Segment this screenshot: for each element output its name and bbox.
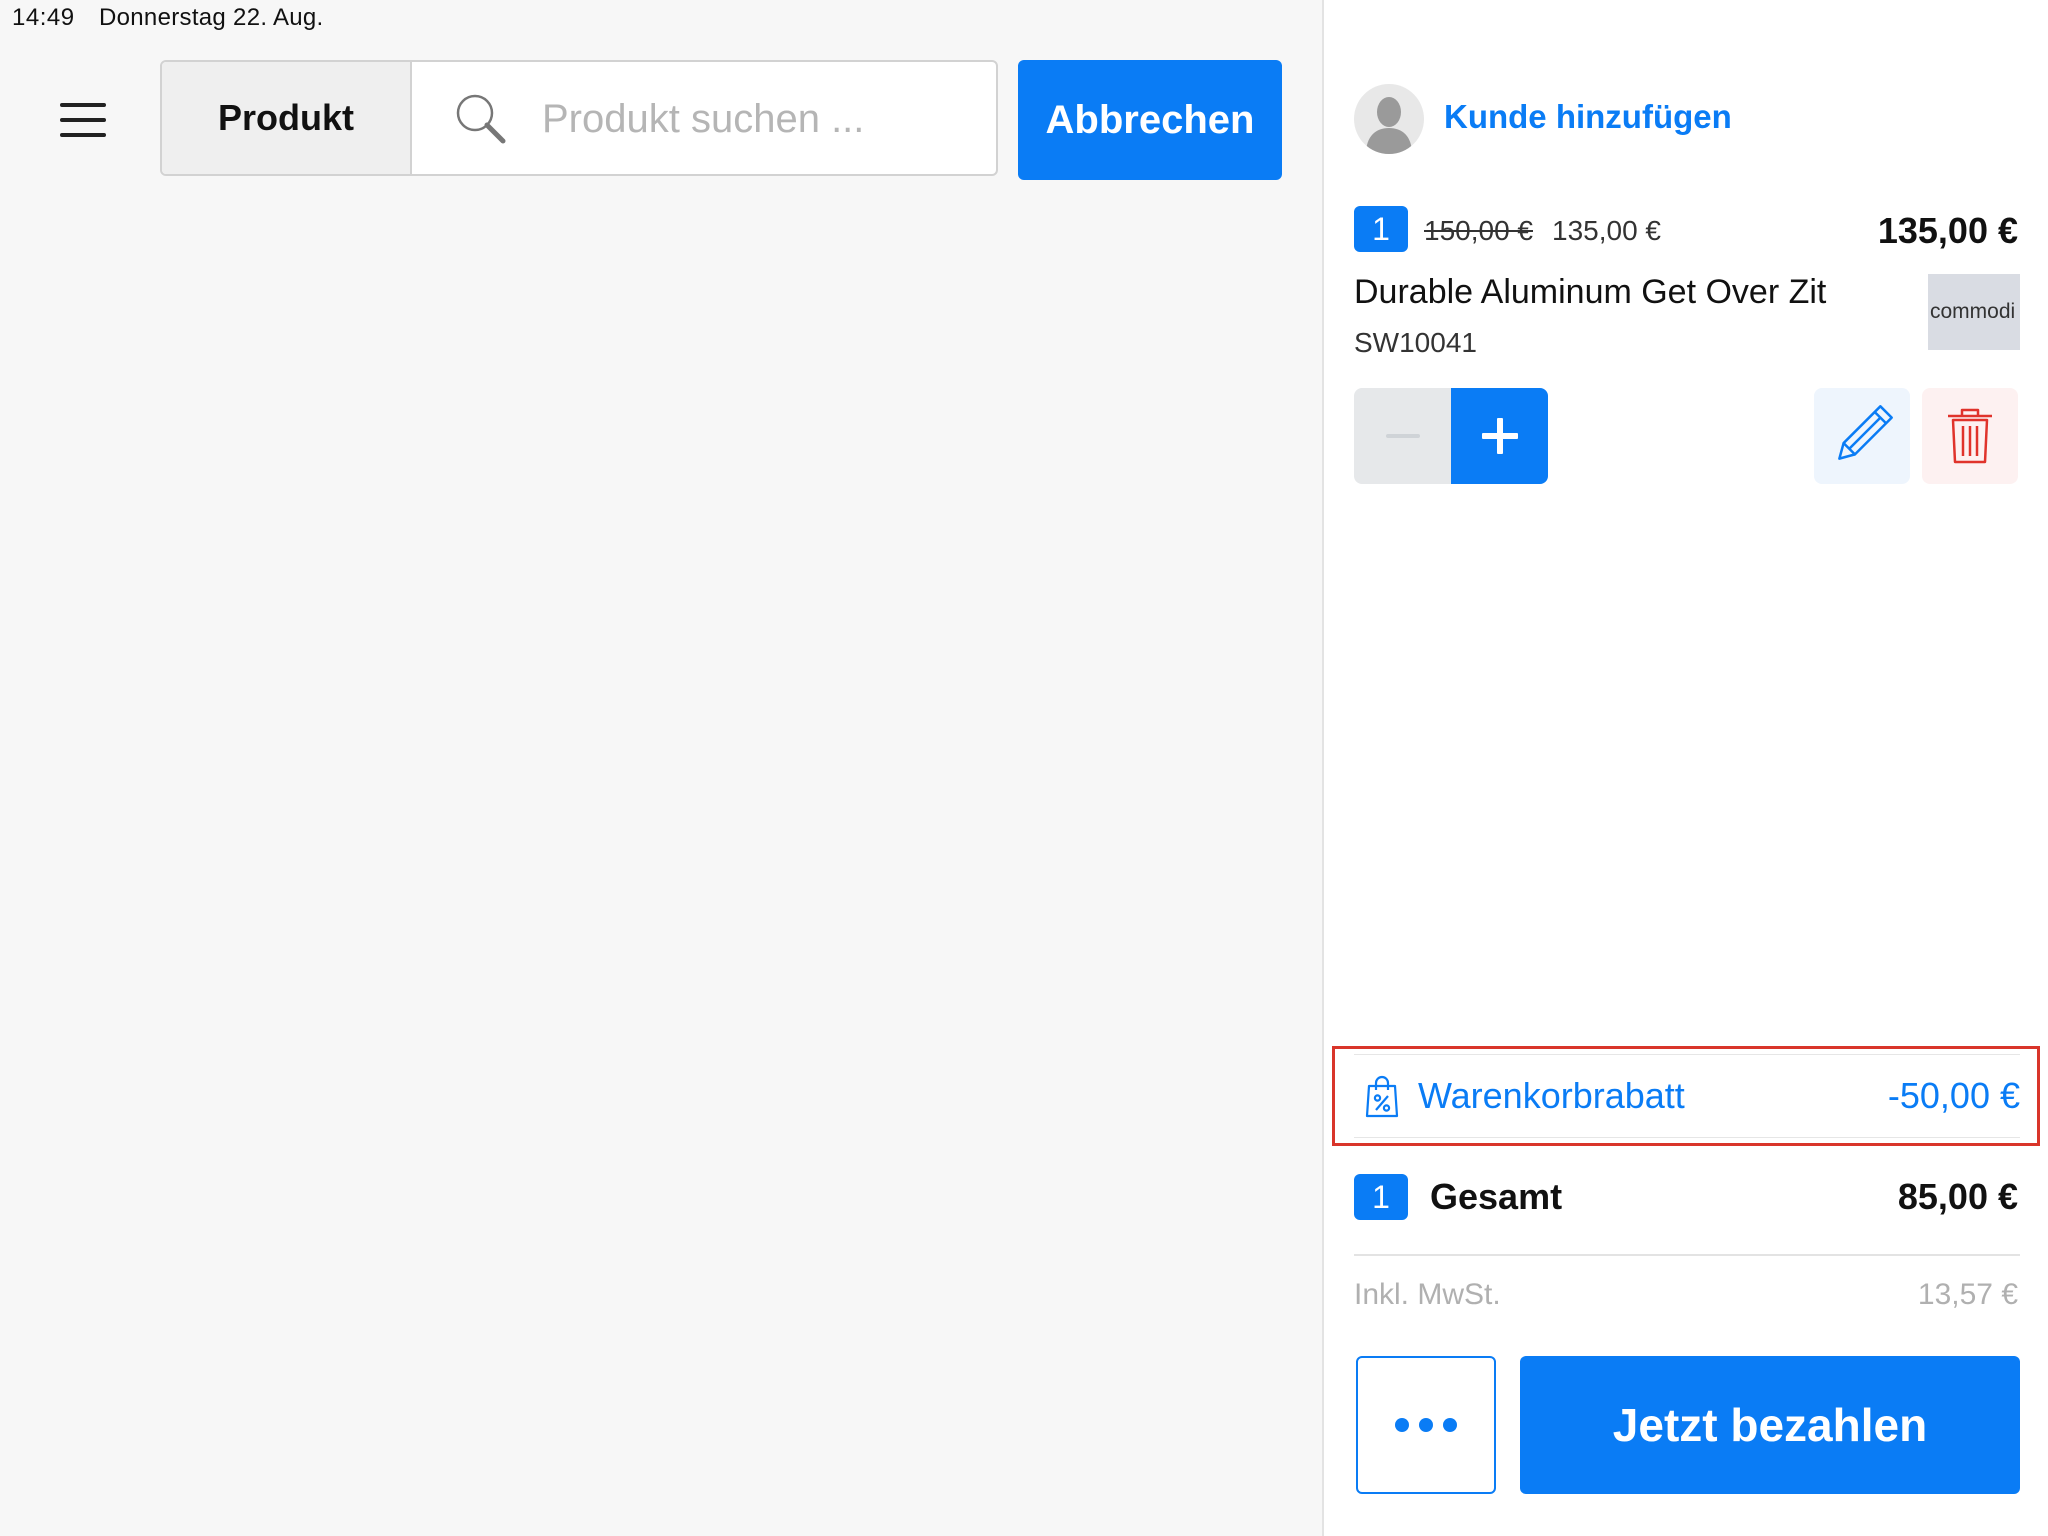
delete-item-button[interactable] — [1922, 388, 2018, 484]
total-divider — [1354, 1254, 2020, 1256]
pay-now-button[interactable]: Jetzt bezahlen — [1520, 1356, 2020, 1494]
discount-value: -50,00 € — [1887, 1075, 2020, 1116]
status-time: 14:49 — [12, 4, 75, 31]
search-icon — [456, 94, 506, 144]
hamburger-menu-icon[interactable] — [60, 103, 106, 137]
discount-label: Warenkorbrabatt — [1418, 1075, 1685, 1116]
tax-label: Inkl. MwSt. — [1354, 1278, 1501, 1311]
search-input[interactable] — [540, 82, 984, 156]
cancel-button[interactable]: Abbrechen — [1018, 60, 1282, 180]
tax-value: 13,57 € — [1917, 1278, 2018, 1311]
increase-quantity-button[interactable] — [1451, 388, 1548, 484]
pencil-icon — [1838, 405, 1893, 460]
original-price: 150,00 € — [1424, 215, 1533, 246]
plus-icon — [1481, 418, 1518, 454]
product-name[interactable]: Durable Aluminum Get Over Zit — [1354, 273, 1826, 312]
product-thumbnail: commodi — [1928, 274, 2020, 350]
edit-item-button[interactable] — [1814, 388, 1910, 484]
total-items-badge: 1 — [1354, 1174, 1408, 1220]
cart-panel: Kunde hinzufügen 1 150,00 € 135,00 € 135… — [1322, 0, 2048, 1536]
item-quantity-badge: 1 — [1354, 206, 1408, 252]
user-avatar-icon[interactable] — [1354, 84, 1424, 154]
status-date: Donnerstag 22. Aug. — [99, 4, 324, 31]
more-dots-icon — [1395, 1418, 1409, 1432]
product-thumbnail-text: commodi — [1930, 300, 2016, 323]
total-label: Gesamt — [1430, 1176, 1563, 1217]
shopping-bag-percent-icon — [1365, 1075, 1399, 1118]
add-customer-link[interactable]: Kunde hinzufügen — [1444, 98, 1732, 136]
minus-icon — [1385, 434, 1420, 438]
more-options-button[interactable] — [1356, 1356, 1496, 1494]
trash-icon — [1948, 408, 1992, 464]
total-value: 85,00 € — [1897, 1176, 2018, 1217]
cart-discount-row[interactable]: Warenkorbrabatt -50,00 € — [1354, 1054, 2020, 1138]
product-search-bar: Produkt — [160, 60, 998, 176]
search-filter-dropdown[interactable]: Produkt — [162, 62, 412, 174]
decrease-quantity-button[interactable] — [1354, 388, 1451, 484]
search-filter-label: Produkt — [217, 97, 354, 138]
unit-price: 135,00 € — [1552, 215, 1661, 246]
line-total: 135,00 € — [1877, 210, 2018, 251]
product-sku: SW10041 — [1354, 327, 1477, 358]
